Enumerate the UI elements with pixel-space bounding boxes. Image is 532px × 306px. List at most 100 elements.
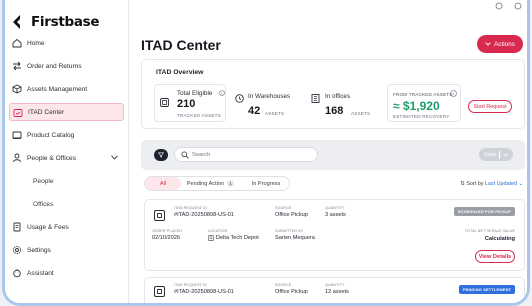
resale-value: Calculating <box>484 236 515 242</box>
tab-all[interactable]: All <box>145 177 181 190</box>
sidebar-item-people[interactable]: People <box>9 172 124 190</box>
app-window: Firstbase Home Order and Returns Assets … <box>2 0 530 306</box>
sidebar-nav: Home Order and Returns Assets Management… <box>5 34 128 287</box>
firstbase-logo <box>13 15 20 29</box>
source-label: SOURCE <box>275 283 292 287</box>
clock-icon <box>235 94 244 103</box>
info-icon[interactable] <box>450 90 457 97</box>
tracked-label: FROM TRACKED ASSETS <box>393 92 453 97</box>
warehouses-value: 42 <box>248 105 261 117</box>
sidebar-item-catalog[interactable]: Product Catalog <box>9 126 124 144</box>
itad-request-card[interactable]: ITAD REQUEST ID #ITAD-20250808-US-01 SOU… <box>144 277 525 303</box>
sort-icon: ⇅ <box>460 181 465 187</box>
start-request-button[interactable]: Start Request <box>468 100 512 113</box>
tab-pending-action[interactable]: Pending Action 1 <box>181 177 243 190</box>
request-id-label: ITAD REQUEST ID <box>174 206 208 210</box>
sidebar-item-label: Assets Management <box>27 85 88 93</box>
assistant-icon <box>13 269 21 278</box>
info-icon[interactable] <box>219 90 225 96</box>
sidebar-item-label: Home <box>27 39 45 47</box>
save-divider <box>499 150 501 159</box>
submitted-label: SUBMITTED BY <box>275 229 304 233</box>
search-icon <box>181 151 189 159</box>
warehouses-label: In Warehouses <box>248 93 291 100</box>
itad-request-card[interactable]: ITAD REQUEST ID #ITAD-20250808-US-01 SOU… <box>144 199 525 271</box>
device-icon <box>160 98 169 107</box>
submitted-value: Sarien Mequera <box>275 235 315 241</box>
building-icon <box>311 94 320 103</box>
view-details-button[interactable]: View Details <box>475 250 515 263</box>
request-id: #ITAD-20250808-US-01 <box>174 212 234 218</box>
page-title: ITAD Center <box>141 37 221 53</box>
source-value: Office Pickup <box>275 289 308 295</box>
filter-button[interactable] <box>154 149 168 161</box>
itad-overview-panel: ITAD Overview Total Eligible 210 TRACKED… <box>141 59 525 129</box>
sidebar-item-label: Settings <box>27 246 51 254</box>
chevron-down-icon: ⌄ <box>518 181 523 187</box>
swap-icon <box>13 61 21 71</box>
tab-label: Pending Action <box>186 180 225 187</box>
brand-name: Firstbase <box>31 14 100 30</box>
location-label: LOCATION <box>208 229 228 233</box>
sidebar-item-people-offices[interactable]: People & Offices <box>9 149 124 167</box>
request-id: #ITAD-20250808-US-01 <box>174 289 234 295</box>
profile-icon[interactable] <box>513 2 523 10</box>
quantity-label: QUANTITY <box>325 206 345 210</box>
chevron-down-icon[interactable] <box>503 153 508 157</box>
chevron-down-icon <box>485 42 491 46</box>
filter-toolbar: Save <box>141 140 525 170</box>
sidebar-item-settings[interactable]: Settings <box>9 241 124 259</box>
sidebar: Firstbase Home Order and Returns Assets … <box>5 0 129 303</box>
sidebar-item-assets[interactable]: Assets Management <box>9 80 124 98</box>
sidebar-item-label: Offices <box>33 200 54 208</box>
quantity-value: 12 assets <box>325 289 349 295</box>
tab-label: In Progress <box>251 180 281 187</box>
offices-value: 168 <box>325 105 344 117</box>
sidebar-item-itad-center[interactable]: ITAD Center <box>9 103 124 121</box>
sidebar-item-label: People & Offices <box>27 154 76 162</box>
building-icon <box>208 235 214 241</box>
quantity-label: QUANTITY <box>325 283 345 287</box>
sidebar-item-orders[interactable]: Order and Returns <box>9 57 124 75</box>
sidebar-item-offices[interactable]: Offices <box>9 195 124 213</box>
sidebar-item-usage-fees[interactable]: Usage & Fees <box>9 218 124 236</box>
quantity-value: 3 assets <box>325 212 346 218</box>
sort-control[interactable]: ⇅ Sort by Last Updated ⌄ <box>460 181 523 187</box>
search-input[interactable] <box>192 150 312 160</box>
filter-icon <box>158 152 164 158</box>
actions-button[interactable]: Actions <box>477 35 523 53</box>
brand[interactable]: Firstbase <box>11 12 100 32</box>
notification-icon[interactable] <box>495 2 503 10</box>
sidebar-item-assistant[interactable]: Assistant <box>9 264 124 282</box>
main-content: ITAD Center Actions ITAD Overview Total … <box>129 0 527 303</box>
save-label: Save <box>483 151 497 158</box>
person-icon <box>13 153 21 163</box>
total-eligible-label: Total Eligible <box>177 90 213 97</box>
sidebar-item-label: Assistant <box>27 269 54 277</box>
offices-unit: ASSETS <box>351 111 371 116</box>
sidebar-item-label: Usage & Fees <box>27 223 69 231</box>
request-icon <box>154 210 165 221</box>
sort-label: Sort by <box>466 181 484 187</box>
order-placed-label: ORDER PLACED <box>152 229 183 233</box>
sidebar-item-label: People <box>33 177 54 185</box>
save-button[interactable]: Save <box>479 148 513 161</box>
request-id-label: ITAD REQUEST ID <box>174 283 208 287</box>
sidebar-item-label: Product Catalog <box>27 131 75 139</box>
order-placed-value: 02/10/2026 <box>152 235 180 241</box>
pending-count-badge: 1 <box>227 180 235 187</box>
gear-icon <box>12 245 22 255</box>
sidebar-item-home[interactable]: Home <box>9 34 124 52</box>
status-badge: SCHEDULED FOR PICKUP <box>454 207 515 216</box>
stat-recovery: FROM TRACKED ASSETS ≈ $1,920 ESTIMATED R… <box>387 84 461 122</box>
sidebar-item-label: Order and Returns <box>27 62 82 70</box>
search-box[interactable] <box>174 147 318 162</box>
recovery-unit: ESTIMATED RECOVERY <box>393 114 450 119</box>
receipt-icon <box>13 222 21 232</box>
chevron-down-icon[interactable] <box>111 155 118 160</box>
resale-label: TOTAL NET RESALE VALUE <box>464 229 515 233</box>
warehouses-unit: ASSETS <box>265 111 285 116</box>
stat-offices: In offices 168 ASSETS <box>310 84 388 122</box>
tab-in-progress[interactable]: In Progress <box>243 177 289 190</box>
recycle-icon <box>13 109 23 117</box>
